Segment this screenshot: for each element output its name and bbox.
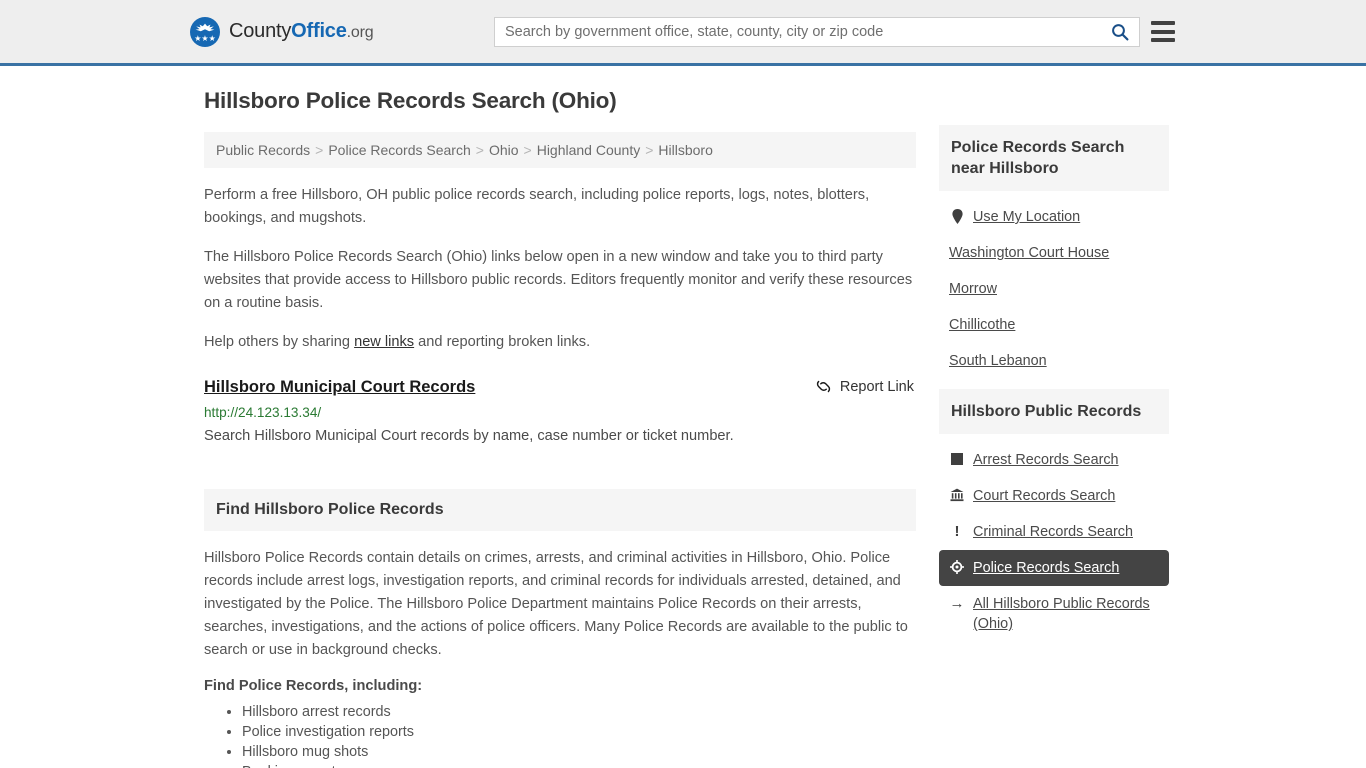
hamburger-bar [1151,38,1175,42]
brand-office: Office [291,20,347,42]
sidebar-link-label[interactable]: Chillicothe [949,315,1015,335]
sidebar-link-label[interactable]: All Hillsboro Public Records (Ohio) [973,594,1159,634]
list-item: Hillsboro arrest records [242,702,916,722]
arrow-right-icon: → [949,594,965,612]
main-content: Hillsboro Police Records Search (Ohio) P… [204,88,916,768]
sidebar-item-chillicothe[interactable]: Chillicothe [939,307,1169,343]
breadcrumb-item-highland-county[interactable]: Highland County [537,142,641,158]
sidebar-link-label[interactable]: Washington Court House [949,243,1109,263]
bank-icon [949,486,965,504]
target-icon [949,558,965,576]
links-paragraph: The Hillsboro Police Records Search (Ohi… [204,249,913,311]
list-item: Hillsboro mug shots [242,742,916,762]
sidebar-item-arrest-records-search[interactable]: Arrest Records Search [939,442,1169,478]
result-url: http://24.123.13.34/ [204,405,322,420]
list-heading: Find Police Records, including: [204,678,423,694]
result-header-row: Hillsboro Municipal Court Records Report… [204,378,916,397]
result-title-link[interactable]: Hillsboro Municipal Court Records [204,378,475,397]
list-item: Police investigation reports [242,722,916,742]
sidebar-item-court-records-search[interactable]: Court Records Search [939,478,1169,514]
sidebar-link-label[interactable]: Use My Location [973,207,1080,227]
new-links-link[interactable]: new links [354,334,414,350]
search-input[interactable] [495,18,1101,46]
result-item: Hillsboro Municipal Court Records Report… [204,378,916,447]
breadcrumb-item-police-records-search[interactable]: Police Records Search [328,142,470,158]
list-item: Booking reports [242,762,916,768]
report-link-button[interactable]: Report Link [815,378,916,395]
sidebar-item-south-lebanon[interactable]: South Lebanon [939,343,1169,379]
map-pin-icon [949,207,965,225]
sidebar-item-police-records-search[interactable]: Police Records Search [939,550,1169,586]
hamburger-menu-icon[interactable] [1151,21,1175,42]
sidebar-item-use-my-location[interactable]: Use My Location [939,199,1169,235]
breadcrumb-separator: > [315,142,324,158]
sidebar-item-washington-court-house[interactable]: Washington Court House [939,235,1169,271]
nearby-panel: Police Records Search near Hillsboro Use… [939,125,1169,379]
public-records-panel-heading: Hillsboro Public Records [939,389,1169,434]
stars-icon: ★★★ [194,33,216,43]
site-header: ★★★ CountyOffice.org [0,0,1366,66]
site-logo[interactable]: ★★★ CountyOffice.org [190,16,374,47]
sidebar-item-all-public-records[interactable]: → All Hillsboro Public Records (Ohio) [939,586,1169,642]
search-icon [1112,24,1129,41]
report-link-label: Report Link [839,378,914,395]
help-paragraph: Help others by sharing new links and rep… [204,331,916,354]
nearby-panel-heading: Police Records Search near Hillsboro [939,125,1169,191]
nearby-panel-body: Use My Location Washington Court House M… [939,191,1169,379]
breadcrumb-separator: > [523,142,532,158]
help-suffix: and reporting broken links. [414,334,591,350]
brand-org: .org [346,24,374,41]
breadcrumb-separator: > [475,142,484,158]
breadcrumb-separator: > [645,142,654,158]
section-heading: Find Hillsboro Police Records [204,489,916,531]
breadcrumb-item-public-records[interactable]: Public Records [216,142,310,158]
search-bar[interactable] [494,17,1140,47]
sidebar: Police Records Search near Hillsboro Use… [939,125,1169,652]
breadcrumb: Public Records > Police Records Search > Ohi… [204,132,916,168]
public-records-panel: Hillsboro Public Records Arrest Records … [939,389,1169,642]
breadcrumb-item-hillsboro[interactable]: Hillsboro [658,142,712,158]
square-icon [949,450,965,468]
result-description: Search Hillsboro Municipal Court records… [204,428,734,444]
intro-paragraph: Perform a free Hillsboro, OH public poli… [204,187,870,226]
page-title: Hillsboro Police Records Search (Ohio) [204,88,617,113]
sidebar-link-label[interactable]: Morrow [949,279,997,299]
sidebar-item-morrow[interactable]: Morrow [939,271,1169,307]
sidebar-item-criminal-records-search[interactable]: ! Criminal Records Search [939,514,1169,550]
brand-wordmark: CountyOffice.org [229,20,374,43]
sidebar-link-label[interactable]: Criminal Records Search [973,522,1133,542]
record-type-list: Hillsboro arrest records Police investig… [204,702,916,768]
county-office-logo-icon: ★★★ [190,16,220,47]
eagle-icon [195,23,215,31]
hamburger-bar [1151,29,1175,34]
breadcrumb-item-ohio[interactable]: Ohio [489,142,519,158]
broken-link-icon [816,380,831,393]
sidebar-link-label[interactable]: Court Records Search [973,486,1115,506]
search-button[interactable] [1101,18,1139,46]
exclamation-icon: ! [954,522,960,540]
section-paragraph: Hillsboro Police Records contain details… [204,550,908,658]
brand-county: County [229,20,292,42]
section-body: Hillsboro Police Records contain details… [204,547,916,768]
help-prefix: Help others by sharing [204,334,355,350]
public-records-panel-body: Arrest Records Search Court Records Sear… [939,434,1169,642]
sidebar-link-label[interactable]: Arrest Records Search [973,450,1119,470]
sidebar-link-label[interactable]: South Lebanon [949,351,1047,371]
hamburger-bar [1151,21,1175,25]
sidebar-link-label[interactable]: Police Records Search [973,558,1119,578]
